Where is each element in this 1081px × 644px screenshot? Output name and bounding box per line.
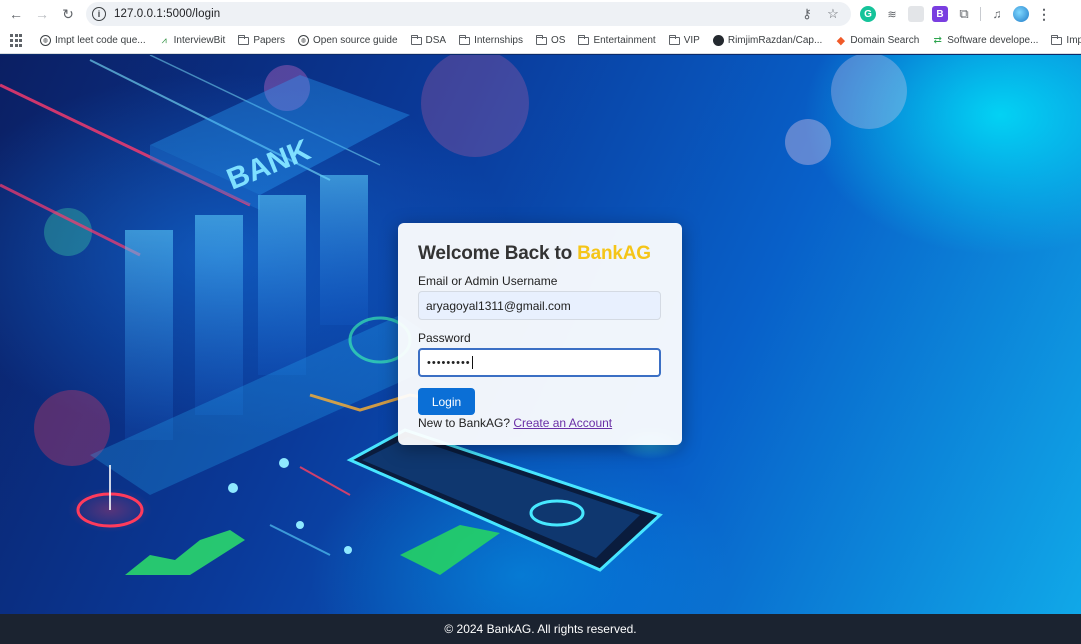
bookmark-item[interactable]: OS [536, 34, 566, 46]
bank-pillar [258, 195, 306, 375]
bookmark-label: Papers [253, 35, 285, 46]
globe-icon: ◍ [298, 35, 309, 46]
text-caret [471, 356, 473, 369]
globe-icon: ◍ [40, 35, 51, 46]
title-prefix: Welcome Back to [418, 243, 578, 264]
folder-icon [668, 34, 680, 45]
forward-icon[interactable]: → [29, 1, 55, 27]
bookmark-label: InterviewBit [173, 35, 226, 46]
brand-name: BankAG [577, 243, 651, 264]
extensions-area: G ≋ B ⧉ ♫ ⋮ [860, 4, 1051, 24]
bookmark-label: DSA [425, 35, 447, 46]
bookmark-label: Software develope... [947, 35, 1039, 46]
github-icon [712, 35, 724, 46]
profile-avatar[interactable] [1013, 6, 1029, 22]
bookmark-item[interactable]: ⇄ Software develope... [932, 35, 1039, 46]
email-value: aryagoyal1311@gmail.com [426, 298, 571, 313]
folder-icon [410, 34, 422, 45]
bookmark-item[interactable]: ◍ Open source guide [298, 35, 398, 46]
green-chart [125, 530, 245, 575]
bank-pillar [195, 215, 243, 415]
bookmark-item[interactable]: ◆ Domain Search [835, 35, 920, 47]
tab-search-extension-icon[interactable]: ≋ [884, 6, 900, 22]
bokeh-circle [421, 55, 529, 157]
site-info-icon[interactable]: i [92, 7, 106, 21]
password-value: ••••••••• [427, 356, 471, 369]
phone-chart-bars [400, 525, 500, 575]
bookmark-label: Impt [1066, 35, 1081, 46]
blank-extension-icon[interactable] [908, 6, 924, 22]
create-account-link[interactable]: Create an Account [513, 416, 612, 430]
bookmark-label: Entertainment [593, 35, 656, 46]
bokeh-circle [44, 208, 92, 256]
bookmark-label: OS [551, 35, 566, 46]
circuit-line [299, 466, 351, 496]
bookmark-item[interactable]: Entertainment [578, 34, 656, 46]
email-field[interactable]: aryagoyal1311@gmail.com [418, 291, 661, 320]
login-card: Welcome Back to BankAG Email or Admin Us… [398, 223, 682, 445]
login-page: BANK Welcome Back to BankAG Email or Adm… [0, 55, 1081, 615]
grammarly-extension-icon[interactable]: G [860, 6, 876, 22]
bookmark-star-icon[interactable]: ☆ [825, 6, 841, 22]
password-label: Password [418, 331, 471, 345]
url-text[interactable]: 127.0.0.1:5000/login [114, 8, 220, 20]
footer-copyright: © 2024 BankAG. All rights reserved. [444, 622, 637, 636]
bank-pillar [320, 175, 368, 325]
bookmark-label: VIP [683, 35, 700, 46]
extensions-puzzle-icon[interactable]: ⧉ [956, 6, 972, 22]
toolbar-separator [980, 7, 981, 21]
circuit-line [269, 524, 331, 556]
bookmark-item[interactable]: Internships [459, 34, 523, 46]
bookmarks-bar: ◍ Impt leet code que... ⩘ InterviewBit Paper… [0, 28, 1081, 54]
bookmark-item[interactable]: Papers [238, 34, 285, 46]
password-field[interactable]: ••••••••• [418, 348, 661, 377]
page-footer: © 2024 BankAG. All rights reserved. [0, 614, 1081, 644]
bookmark-item[interactable]: ⩘ InterviewBit [159, 35, 226, 46]
circuit-node [279, 458, 289, 468]
bookmark-label: RimjimRazdan/Cap... [727, 35, 823, 46]
circuit-node [228, 483, 238, 493]
bookmark-item[interactable]: ◍ Impt leet code que... [40, 35, 146, 46]
menu-kebab-icon[interactable]: ⋮ [1037, 6, 1051, 23]
bookmark-item[interactable]: VIP [668, 34, 700, 46]
bookmark-item[interactable]: Impt [1051, 34, 1081, 46]
signup-line: New to BankAG? Create an Account [418, 416, 662, 430]
bookmark-label: Internships [474, 35, 523, 46]
address-bar[interactable]: i 127.0.0.1:5000/login ⚷ ☆ [86, 2, 851, 26]
password-key-icon[interactable]: ⚷ [799, 6, 815, 22]
email-label: Email or Admin Username [418, 274, 558, 288]
bookmark-label: Impt leet code que... [55, 35, 146, 46]
folder-icon [238, 34, 250, 45]
media-control-icon[interactable]: ♫ [989, 6, 1005, 22]
bookmark-item[interactable]: DSA [410, 34, 447, 46]
bokeh-circle [831, 55, 907, 129]
bookmark-label: Open source guide [313, 35, 398, 46]
bookmark-item[interactable]: RimjimRazdan/Cap... [712, 35, 823, 46]
browser-toolbar: ← → ↻ i 127.0.0.1:5000/login ⚷ ☆ G ≋ B ⧉… [0, 0, 1081, 28]
bank-pillar [125, 230, 173, 440]
apps-grid-icon[interactable] [10, 33, 22, 48]
login-title: Welcome Back to BankAG [418, 243, 662, 265]
bokeh-circle [785, 119, 831, 165]
bookmark-label: Domain Search [850, 35, 920, 46]
folder-icon [459, 34, 471, 45]
back-icon[interactable]: ← [3, 1, 29, 27]
login-button[interactable]: Login [418, 388, 475, 415]
interviewbit-icon: ⩘ [161, 35, 167, 45]
b-extension-icon[interactable]: B [932, 6, 948, 22]
circuit-node [344, 546, 352, 554]
circuit-node [296, 521, 304, 529]
folder-icon [1051, 34, 1063, 45]
signup-prompt: New to BankAG? [418, 416, 514, 430]
domain-search-icon: ◆ [836, 35, 846, 47]
reload-icon[interactable]: ↻ [55, 1, 81, 27]
folder-icon [578, 34, 590, 45]
software-dev-icon: ⇄ [933, 35, 942, 46]
folder-icon [536, 34, 547, 45]
